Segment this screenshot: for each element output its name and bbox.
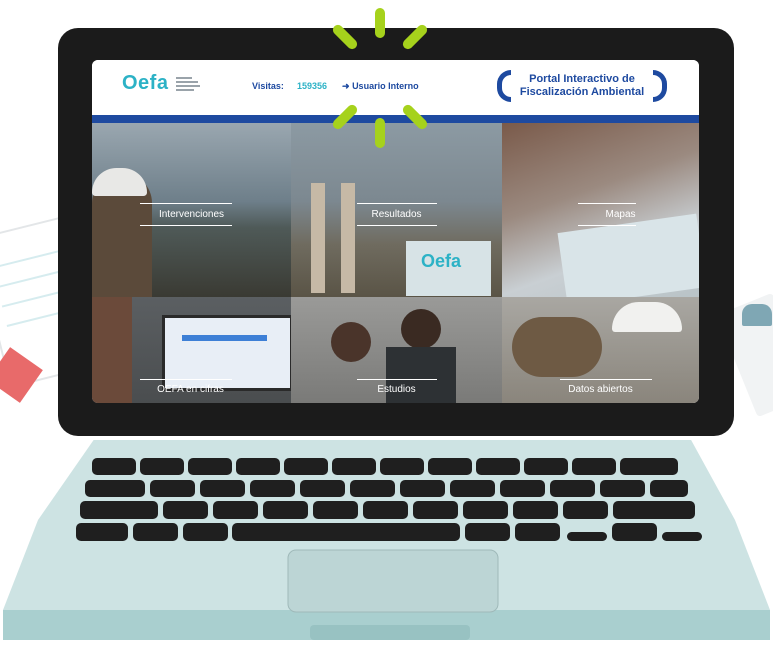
tile-underline bbox=[560, 379, 652, 380]
tile-photo-shape bbox=[92, 297, 132, 403]
tile-underline bbox=[357, 203, 437, 204]
portal-bracket-left bbox=[497, 70, 511, 102]
spinner-bar bbox=[330, 22, 360, 52]
tile-photo-shape bbox=[331, 322, 371, 362]
tile-photo-shape: Oefa bbox=[421, 251, 462, 271]
tiles-grid: Intervenciones Oefa Resultados Mapas OEF bbox=[92, 123, 699, 403]
spinner-bar bbox=[330, 102, 360, 132]
tile-label: Mapas bbox=[605, 209, 636, 220]
tile-photo-shape bbox=[311, 183, 325, 293]
oefa-logo[interactable]: Oefa bbox=[122, 72, 168, 95]
tile-photo-shape bbox=[341, 183, 355, 293]
tile-photo-shape bbox=[512, 317, 602, 377]
logo-tagline-lines bbox=[176, 77, 204, 93]
laptop-base bbox=[3, 440, 770, 640]
tile-label: Estudios bbox=[377, 384, 416, 395]
tile-photo-shape bbox=[401, 309, 441, 349]
clip-decoration bbox=[742, 304, 772, 326]
tile-oefa-en-cifras[interactable]: OEFA en cifras bbox=[92, 297, 291, 403]
tile-datos-abiertos[interactable]: Datos abiertos bbox=[502, 297, 699, 403]
tile-label: Resultados bbox=[371, 209, 422, 220]
tile-photo-shape bbox=[557, 213, 699, 297]
tile-label: OEFA en cifras bbox=[157, 384, 224, 395]
tile-label: Datos abiertos bbox=[568, 384, 633, 395]
tile-underline bbox=[357, 379, 437, 380]
tile-intervenciones[interactable]: Intervenciones bbox=[92, 123, 291, 297]
loading-spinner-icon bbox=[330, 0, 440, 160]
visits-count: 159356 bbox=[297, 81, 328, 91]
spinner-bar bbox=[400, 102, 430, 132]
portal-title-line1: Portal Interactivo de bbox=[529, 73, 635, 85]
tile-underline bbox=[140, 379, 232, 380]
tile-underline bbox=[140, 225, 232, 226]
spinner-bar bbox=[375, 118, 385, 148]
tile-underline bbox=[578, 225, 636, 226]
tile-mapas[interactable]: Mapas bbox=[502, 123, 699, 297]
tile-label: Intervenciones bbox=[158, 209, 225, 220]
portal-bracket-right bbox=[653, 70, 667, 102]
spinner-bar bbox=[375, 8, 385, 38]
portal-title-line2: Fiscalización Ambiental bbox=[519, 86, 645, 98]
tile-underline bbox=[140, 203, 232, 204]
tile-photo-shape bbox=[92, 168, 147, 196]
tile-underline bbox=[357, 225, 437, 226]
portal-logo[interactable]: Portal Interactivo de Fiscalización Ambi… bbox=[497, 68, 667, 106]
tile-photo-shape bbox=[182, 335, 267, 341]
logo-text: Oefa bbox=[122, 72, 169, 94]
tile-underline bbox=[578, 203, 636, 204]
spinner-bar bbox=[400, 22, 430, 52]
tile-photo-shape bbox=[612, 302, 682, 332]
tile-estudios[interactable]: Estudios bbox=[291, 297, 502, 403]
visits-label: Visitas: bbox=[252, 81, 284, 91]
